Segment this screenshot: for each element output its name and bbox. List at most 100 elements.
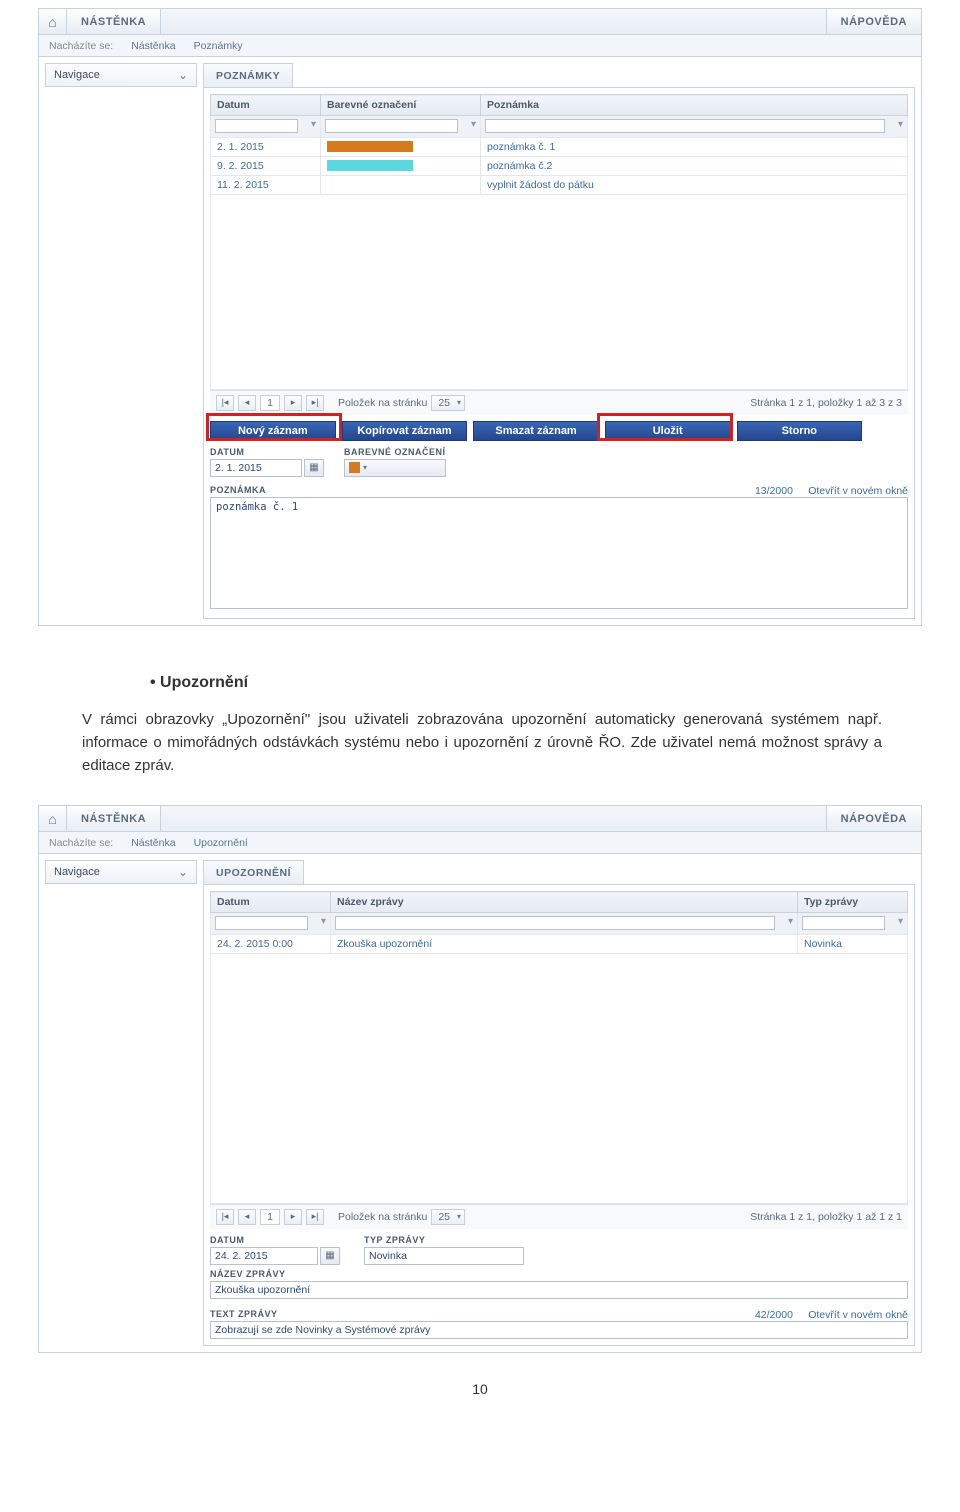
funnel-icon[interactable]: ▾ [321, 916, 326, 927]
delete-record-button[interactable]: Smazat záznam [473, 421, 599, 441]
pager: |◂ ◂ 1 ▸ ▸| Položek na stránku 25 Stránk… [210, 390, 908, 415]
pager-summary: Stránka 1 z 1, položky 1 až 3 z 3 [750, 397, 902, 409]
datum-input[interactable] [210, 1247, 318, 1265]
cell-datum: 9. 2. 2015 [211, 156, 321, 175]
pager-last-icon[interactable]: ▸| [306, 1209, 324, 1225]
breadcrumb-item[interactable]: Nástěnka [131, 837, 175, 849]
cancel-button[interactable]: Storno [737, 421, 863, 441]
cell-datum: 11. 2. 2015 [211, 175, 321, 194]
calendar-icon[interactable]: ▦ [304, 459, 324, 477]
doc-heading: Upozornění [150, 674, 852, 692]
field-label-datum: DATUM [210, 447, 330, 457]
color-swatch-orange [349, 462, 360, 473]
table-row[interactable]: 2. 1. 2015 poznámka č. 1 [211, 137, 908, 156]
funnel-icon[interactable]: ▾ [898, 916, 903, 927]
doc-text: Upozornění V rámci obrazovky „Upozornění… [38, 630, 922, 806]
pager-prev-icon[interactable]: ◂ [238, 1209, 256, 1225]
funnel-icon[interactable]: ▾ [311, 119, 316, 130]
color-select[interactable]: ▾ [344, 459, 446, 477]
pager-first-icon[interactable]: |◂ [216, 1209, 234, 1225]
pager-page[interactable]: 1 [260, 395, 280, 411]
alerts-table: Datum Název zprávy Typ zprávy ▾ ▾ ▾ 24. … [210, 891, 908, 1204]
pager-last-icon[interactable]: ▸| [306, 395, 324, 411]
panel-title: UPOZORNĚNÍ [203, 860, 304, 884]
col-header-datum[interactable]: Datum [211, 892, 331, 913]
home-icon[interactable]: ⌂ [39, 9, 67, 34]
open-new-window-link[interactable]: Otevřít v novém okně [808, 1309, 908, 1321]
filter-row: ▾ ▾ ▾ [211, 913, 908, 935]
note-textarea[interactable] [210, 497, 908, 609]
breadcrumb-item[interactable]: Upozornění [194, 837, 248, 849]
chevron-down-icon: ⌄ [178, 68, 188, 82]
char-counter: 13/2000 [755, 485, 793, 497]
funnel-icon[interactable]: ▾ [788, 916, 793, 927]
typ-input[interactable] [364, 1247, 524, 1265]
table-row[interactable]: 11. 2. 2015 vyplnit žádost do pátku [211, 175, 908, 194]
char-counter: 42/2000 [755, 1309, 793, 1321]
breadcrumb-label: Nacházíte se: [49, 837, 113, 849]
pager-first-icon[interactable]: |◂ [216, 395, 234, 411]
filter-input-poznamka[interactable] [485, 119, 885, 133]
navigation-label: Navigace [54, 69, 100, 81]
tab-napoveda[interactable]: NÁPOVĚDA [826, 806, 921, 831]
navigation-toggle[interactable]: Navigace ⌄ [45, 63, 197, 87]
pager-next-icon[interactable]: ▸ [284, 395, 302, 411]
funnel-icon[interactable]: ▾ [898, 119, 903, 130]
pager-pp-select[interactable]: 25 [431, 395, 465, 411]
pager-pp-label: Položek na stránku [338, 397, 427, 409]
tab-nastenka[interactable]: NÁSTĚNKA [67, 9, 161, 34]
field-label-barevne: BAREVNÉ OZNAČENÍ [344, 447, 446, 457]
notes-table: Datum Barevné označení Poznámka ▾ ▾ ▾ 2.… [210, 94, 908, 390]
funnel-icon[interactable]: ▾ [471, 119, 476, 130]
app-frame-upozorneni: ⌂ NÁSTĚNKA NÁPOVĚDA Nacházíte se: Nástěn… [38, 805, 922, 1353]
tab-napoveda[interactable]: NÁPOVĚDA [826, 9, 921, 34]
cell-color [321, 156, 481, 175]
filter-input-nazev[interactable] [335, 916, 775, 930]
chevron-down-icon: ⌄ [178, 865, 188, 879]
col-header-typ[interactable]: Typ zprávy [798, 892, 908, 913]
cell-color [321, 175, 481, 194]
filter-input-datum[interactable] [215, 916, 308, 930]
col-header-barevne[interactable]: Barevné označení [321, 95, 481, 116]
copy-record-button[interactable]: Kopírovat záznam [342, 421, 468, 441]
new-record-button[interactable]: Nový záznam [210, 421, 336, 441]
pager-summary: Stránka 1 z 1, položky 1 až 1 z 1 [750, 1211, 902, 1223]
breadcrumb: Nacházíte se: Nástěnka Poznámky [39, 35, 921, 57]
col-header-poznamka[interactable]: Poznámka [481, 95, 908, 116]
text-input[interactable] [210, 1321, 908, 1339]
datum-input[interactable] [210, 459, 302, 477]
table-row[interactable]: 9. 2. 2015 poznámka č.2 [211, 156, 908, 175]
filter-input-typ[interactable] [802, 916, 885, 930]
filter-input-datum[interactable] [215, 119, 298, 133]
save-button[interactable]: Uložit [605, 421, 731, 441]
navigation-toggle[interactable]: Navigace ⌄ [45, 860, 197, 884]
tab-nastenka[interactable]: NÁSTĚNKA [67, 806, 161, 831]
navigation-label: Navigace [54, 866, 100, 878]
filter-input-barevne[interactable] [325, 119, 458, 133]
nazev-input[interactable] [210, 1281, 908, 1299]
pager-page[interactable]: 1 [260, 1209, 280, 1225]
chevron-down-icon: ▾ [363, 463, 367, 472]
cell-typ: Novinka [798, 934, 908, 953]
breadcrumb-item[interactable]: Poznámky [194, 40, 243, 52]
pager: |◂ ◂ 1 ▸ ▸| Položek na stránku 25 Stránk… [210, 1204, 908, 1229]
field-label-poznamka: POZNÁMKA [210, 485, 266, 495]
table-row[interactable]: 24. 2. 2015 0:00 Zkouška upozornění Novi… [211, 934, 908, 953]
pager-pp-label: Položek na stránku [338, 1211, 427, 1223]
col-header-datum[interactable]: Datum [211, 95, 321, 116]
field-label-nazev: NÁZEV ZPRÁVY [210, 1269, 908, 1279]
home-icon[interactable]: ⌂ [39, 806, 67, 831]
pager-prev-icon[interactable]: ◂ [238, 395, 256, 411]
open-new-window-link[interactable]: Otevřít v novém okně [808, 485, 908, 497]
breadcrumb-label: Nacházíte se: [49, 40, 113, 52]
panel-title: POZNÁMKY [203, 63, 293, 87]
breadcrumb-item[interactable]: Nástěnka [131, 40, 175, 52]
cell-text: poznámka č. 1 [481, 137, 908, 156]
pager-next-icon[interactable]: ▸ [284, 1209, 302, 1225]
color-swatch-cyan [327, 160, 413, 171]
col-header-nazev[interactable]: Název zprávy [331, 892, 798, 913]
calendar-icon[interactable]: ▦ [320, 1247, 340, 1265]
field-label-typ: TYP ZPRÁVY [364, 1235, 524, 1245]
pager-pp-select[interactable]: 25 [431, 1209, 465, 1225]
cell-color [321, 137, 481, 156]
